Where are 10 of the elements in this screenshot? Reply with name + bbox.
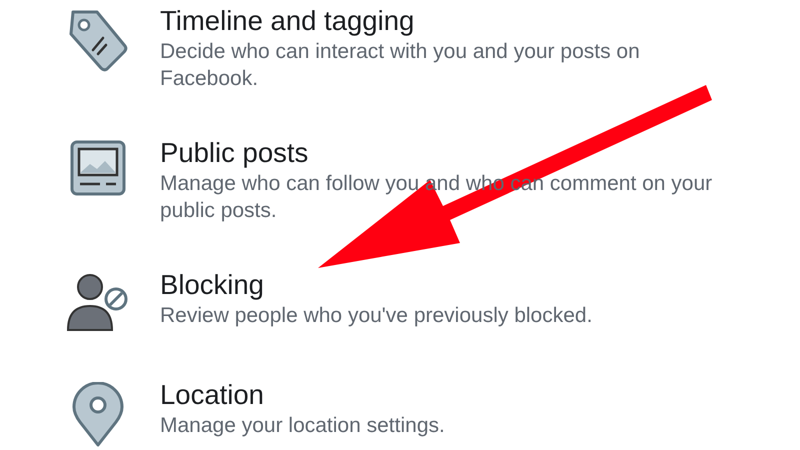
user-block-icon bbox=[66, 272, 130, 334]
setting-description: Manage your location settings. bbox=[160, 413, 446, 439]
setting-title[interactable]: Timeline and tagging bbox=[160, 4, 740, 38]
setting-title[interactable]: Location bbox=[160, 378, 740, 412]
setting-title[interactable]: Blocking bbox=[160, 268, 740, 302]
image-icon bbox=[70, 140, 126, 196]
setting-title[interactable]: Public posts bbox=[160, 136, 740, 170]
tag-icon bbox=[67, 8, 129, 74]
setting-description: Decide who can interact with you and your posts on Facebook. bbox=[160, 39, 641, 92]
setting-description: Review people who you've previously blocked. bbox=[160, 303, 594, 329]
